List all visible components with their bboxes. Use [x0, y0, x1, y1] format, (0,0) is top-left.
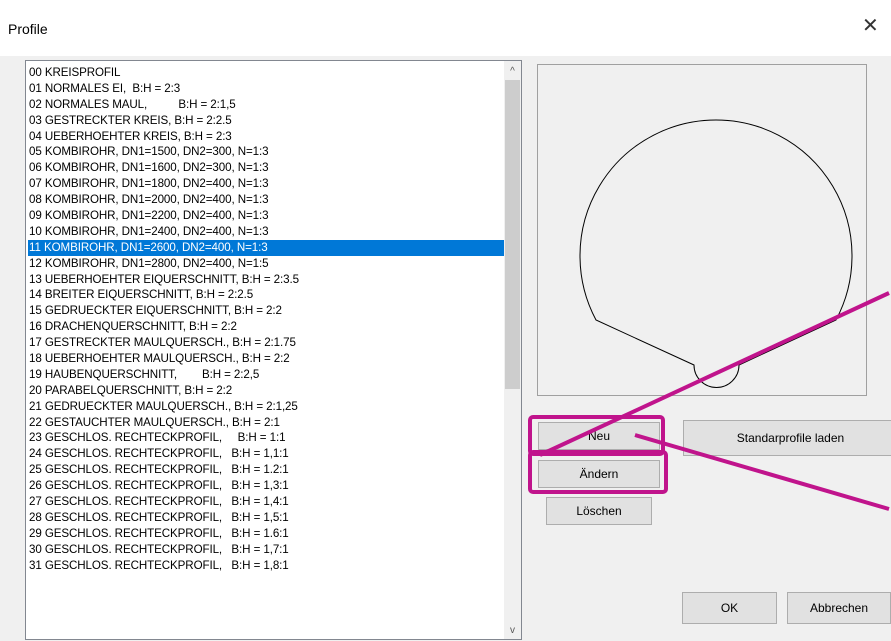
profile-list-item[interactable]: 09 KOMBIROHR, DN1=2200, DN2=400, N=1:3	[28, 208, 508, 224]
profile-list-item[interactable]: 13 UEBERHOEHTER EIQUERSCHNITT, B:H = 2:3…	[28, 272, 508, 288]
profile-list-item[interactable]: 26 GESCHLOS. RECHTECKPROFIL, B:H = 1,3:1	[28, 478, 508, 494]
profile-list-item[interactable]: 05 KOMBIROHR, DN1=1500, DN2=300, N=1:3	[28, 144, 508, 160]
profile-list-item[interactable]: 06 KOMBIROHR, DN1=1600, DN2=300, N=1:3	[28, 160, 508, 176]
profile-list-item[interactable]: 24 GESCHLOS. RECHTECKPROFIL, B:H = 1,1:1	[28, 446, 508, 462]
profile-list-item[interactable]: 19 HAUBENQUERSCHNITT, B:H = 2:2,5	[28, 367, 508, 383]
profile-list-item[interactable]: 00 KREISPROFIL	[28, 65, 508, 81]
profile-list-item[interactable]: 25 GESCHLOS. RECHTECKPROFIL, B:H = 1.2:1	[28, 462, 508, 478]
window-title: Profile	[8, 21, 48, 37]
title-bar: Profile ✕	[0, 0, 891, 56]
profile-dialog: Profile ✕ 00 KREISPROFIL 01 NORMALES EI, …	[0, 0, 891, 641]
profile-listbox[interactable]: 00 KREISPROFIL 01 NORMALES EI, B:H = 2:3 0…	[25, 60, 522, 640]
profile-list-item[interactable]: 15 GEDRUECKTER EIQUERSCHNITT, B:H = 2:2	[28, 303, 508, 319]
profile-list-item[interactable]: 28 GESCHLOS. RECHTECKPROFIL, B:H = 1,5:1	[28, 510, 508, 526]
scrollbar-thumb[interactable]	[505, 80, 520, 389]
profile-list-item[interactable]: 22 GESTAUCHTER MAULQUERSCH., B:H = 2:1	[28, 415, 508, 431]
profile-list-item[interactable]: 30 GESCHLOS. RECHTECKPROFIL, B:H = 1,7:1	[28, 542, 508, 558]
delete-button[interactable]: Löschen	[546, 497, 652, 525]
profile-list-item[interactable]: 16 DRACHENQUERSCHNITT, B:H = 2:2	[28, 319, 508, 335]
profile-list-item[interactable]: 18 UEBERHOEHTER MAULQUERSCH., B:H = 2:2	[28, 351, 508, 367]
profile-list-item[interactable]: 01 NORMALES EI, B:H = 2:3	[28, 81, 508, 97]
profile-list-item[interactable]: 03 GESTRECKTER KREIS, B:H = 2:2.5	[28, 113, 508, 129]
profile-list-item[interactable]: 17 GESTRECKTER MAULQUERSCH., B:H = 2:1.7…	[28, 335, 508, 351]
profile-list-item[interactable]: 23 GESCHLOS. RECHTECKPROFIL, B:H = 1:1	[28, 430, 508, 446]
profile-list-item[interactable]: 08 KOMBIROHR, DN1=2000, DN2=400, N=1:3	[28, 192, 508, 208]
profile-list-item[interactable]: 29 GESCHLOS. RECHTECKPROFIL, B:H = 1.6:1	[28, 526, 508, 542]
cancel-button[interactable]: Abbrechen	[787, 592, 891, 624]
profile-shape-drawing	[579, 119, 853, 388]
profile-list-item[interactable]: 12 KOMBIROHR, DN1=2800, DN2=400, N=1:5	[28, 256, 508, 272]
new-button[interactable]: Neu	[538, 422, 660, 450]
profile-preview	[537, 64, 867, 396]
profile-list-item[interactable]: 20 PARABELQUERSCHNITT, B:H = 2:2	[28, 383, 508, 399]
profile-list[interactable]: 00 KREISPROFIL 01 NORMALES EI, B:H = 2:3 0…	[28, 65, 508, 574]
load-standard-profiles-button[interactable]: Standarprofile laden	[683, 420, 891, 456]
profile-list-item[interactable]: 07 KOMBIROHR, DN1=1800, DN2=400, N=1:3	[28, 176, 508, 192]
profile-list-item[interactable]: 14 BREITER EIQUERSCHNITT, B:H = 2:2.5	[28, 287, 508, 303]
profile-list-item[interactable]: 02 NORMALES MAUL, B:H = 2:1,5	[28, 97, 508, 113]
profile-list-item[interactable]: 21 GEDRUECKTER MAULQUERSCH., B:H = 2:1,2…	[28, 399, 508, 415]
profile-list-item[interactable]: 10 KOMBIROHR, DN1=2400, DN2=400, N=1:3	[28, 224, 508, 240]
profile-list-item[interactable]: 31 GESCHLOS. RECHTECKPROFIL, B:H = 1,8:1	[28, 558, 508, 574]
profile-list-item[interactable]: 04 UEBERHOEHTER KREIS, B:H = 2:3	[28, 129, 508, 145]
profile-outline	[579, 119, 853, 388]
scroll-down-icon[interactable]: v	[504, 622, 521, 639]
scroll-up-icon[interactable]: ^	[504, 63, 521, 80]
vertical-scrollbar[interactable]: ^ v	[504, 61, 521, 639]
ok-button[interactable]: OK	[682, 592, 777, 624]
profile-list-item[interactable]: 27 GESCHLOS. RECHTECKPROFIL, B:H = 1,4:1	[28, 494, 508, 510]
profile-list-item[interactable]: 11 KOMBIROHR, DN1=2600, DN2=400, N=1:3	[28, 239, 508, 256]
edit-button[interactable]: Ändern	[538, 460, 660, 488]
close-icon[interactable]: ✕	[862, 16, 879, 36]
